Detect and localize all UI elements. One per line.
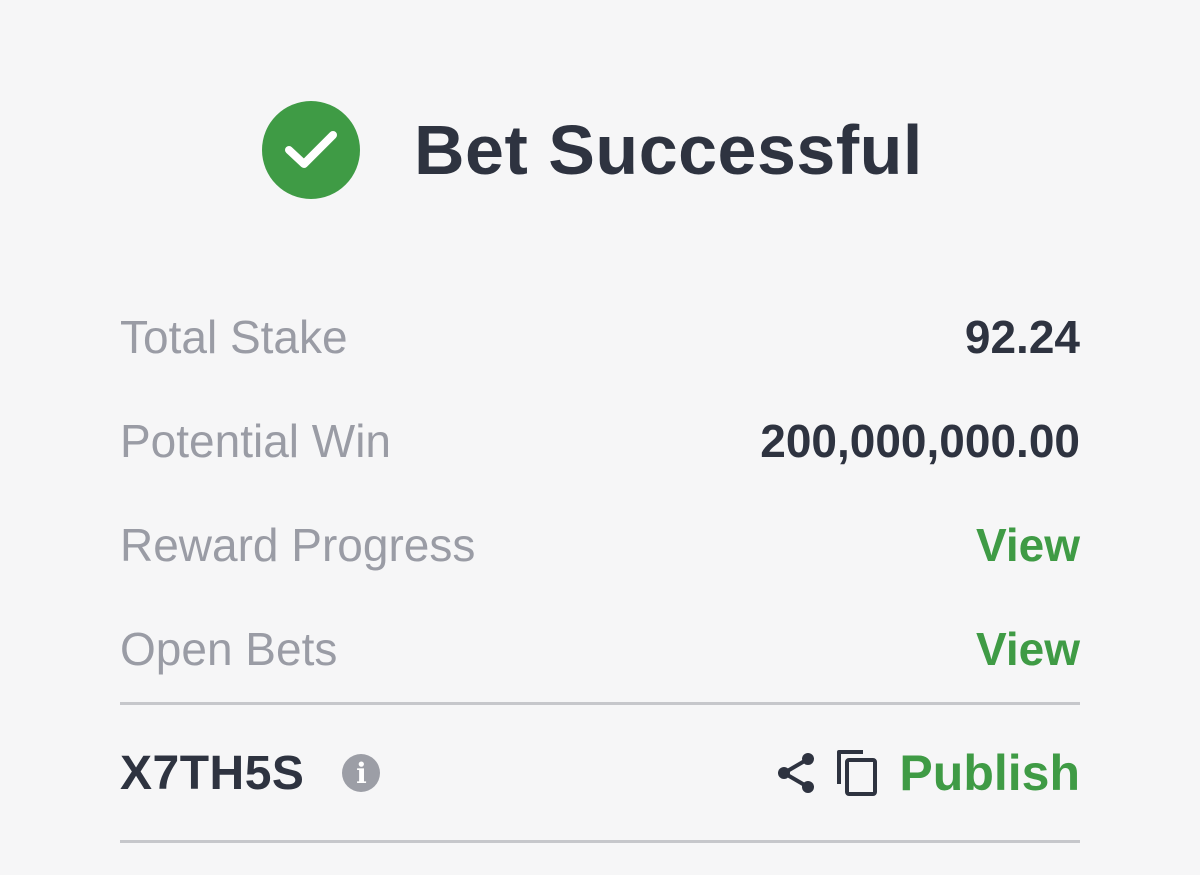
share-icon[interactable] [775,751,817,795]
booking-code-group: X7TH5S i [120,746,381,801]
total-stake-value: 92.24 [964,311,1080,363]
potential-win-label: Potential Win [120,415,392,467]
divider-top [120,702,1080,705]
open-bets-row: Open Bets View [120,597,1080,701]
page-title: Bet Successful [414,111,923,189]
reward-progress-view-link[interactable]: View [976,518,1080,572]
publish-button[interactable]: Publish [899,744,1080,802]
bet-status-header: Bet Successful [262,100,923,200]
info-icon[interactable]: i [342,754,381,792]
copy-icon[interactable] [835,748,879,798]
total-stake-label: Total Stake [120,311,348,363]
open-bets-view-link[interactable]: View [976,622,1080,676]
bet-summary-list: Total Stake 92.24 Potential Win 200,000,… [120,285,1080,701]
open-bets-label: Open Bets [120,623,338,675]
divider-bottom [120,840,1080,843]
booking-actions: Publish [775,744,1080,802]
check-circle-icon [262,101,360,199]
reward-progress-row: Reward Progress View [120,493,1080,597]
potential-win-row: Potential Win 200,000,000.00 [120,389,1080,493]
reward-progress-label: Reward Progress [120,519,476,571]
potential-win-value: 200,000,000.00 [760,415,1080,467]
booking-code: X7TH5S [120,746,305,800]
booking-code-row: X7TH5S i Publish [120,712,1080,834]
total-stake-row: Total Stake 92.24 [120,285,1080,389]
bet-confirmation-panel: Bet Successful Total Stake 92.24 Potenti… [0,0,1200,875]
